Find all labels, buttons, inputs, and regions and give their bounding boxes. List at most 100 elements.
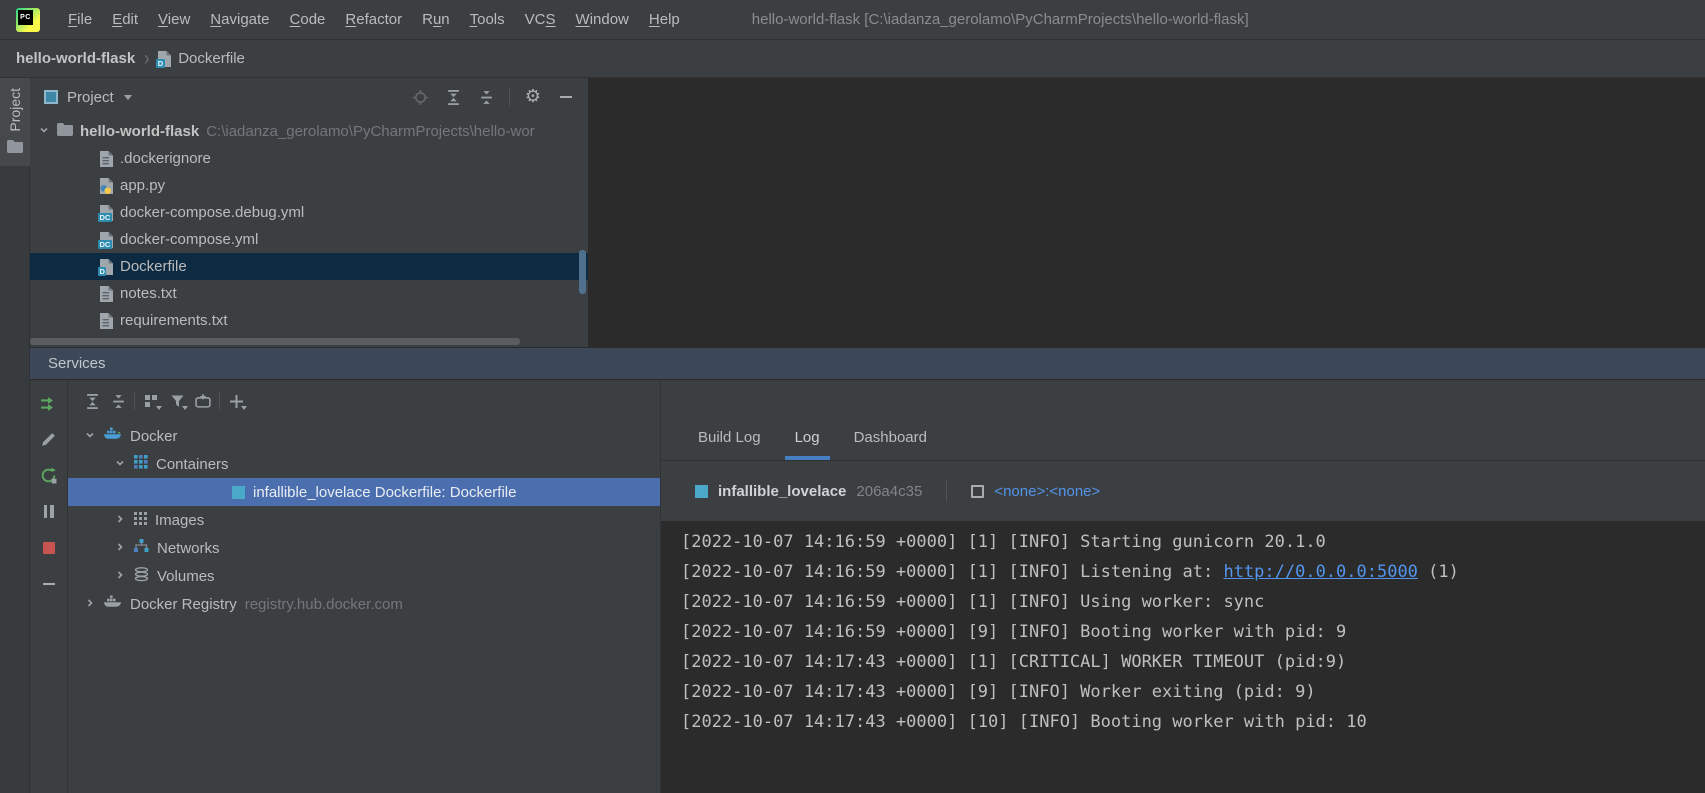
redeploy-button[interactable] xyxy=(37,464,61,487)
menu-window[interactable]: Window xyxy=(566,7,639,32)
collapse-all-button[interactable] xyxy=(108,391,128,411)
tree-row-volumes[interactable]: Volumes xyxy=(68,562,660,590)
chevron-down-icon[interactable] xyxy=(38,123,50,140)
text-file-icon xyxy=(100,151,113,167)
log-line: [2022-10-07 14:17:43 +0000] [1] [CRITICA… xyxy=(681,647,1705,677)
services-header[interactable]: Services xyxy=(30,347,1705,380)
container-name: infallible_lovelace xyxy=(718,483,846,500)
dockerfile-icon: D xyxy=(100,259,113,275)
text-file-icon xyxy=(100,286,113,302)
stop-button[interactable] xyxy=(37,536,61,559)
add-tab-button[interactable] xyxy=(193,391,213,411)
chevron-right-icon[interactable] xyxy=(84,596,96,613)
docker-compose-file-icon: DC xyxy=(100,232,113,248)
tab-build-log[interactable]: Build Log xyxy=(685,429,774,460)
tree-row-container-selected[interactable]: infallible_lovelace Dockerfile: Dockerfi… xyxy=(68,478,660,506)
log-console[interactable]: [2022-10-07 14:16:59 +0000] [1] [INFO] S… xyxy=(661,521,1705,793)
project-root-path: C:\iadanza_gerolamo\PyCharmProjects\hell… xyxy=(206,123,534,140)
chevron-right-icon[interactable] xyxy=(114,568,126,585)
containers-icon xyxy=(134,455,148,473)
pycharm-logo-icon[interactable]: PC xyxy=(16,8,40,32)
tree-row-networks[interactable]: Networks xyxy=(68,534,660,562)
filter-button[interactable] xyxy=(167,391,187,411)
hide-services-button[interactable] xyxy=(37,572,61,595)
chevron-right-icon[interactable] xyxy=(114,540,126,557)
pause-button[interactable] xyxy=(37,500,61,523)
tab-log[interactable]: Log xyxy=(782,429,833,460)
tree-row-docker-registry[interactable]: Docker Registry registry.hub.docker.com xyxy=(68,590,660,618)
log-line: [2022-10-07 14:16:59 +0000] [9] [INFO] B… xyxy=(681,617,1705,647)
project-tool-window-tab[interactable]: Project xyxy=(0,78,30,166)
tree-label: Volumes xyxy=(157,568,215,585)
url-link[interactable]: http://0.0.0.0:5000 xyxy=(1223,562,1417,582)
tree-row-file[interactable]: app.py xyxy=(30,172,588,199)
folder-icon xyxy=(57,123,73,140)
image-icon xyxy=(971,485,984,498)
chevron-down-icon[interactable] xyxy=(124,95,132,100)
services-tree: Docker Containers infallible_lovelace Do… xyxy=(68,422,660,618)
chevron-right-icon[interactable] xyxy=(114,512,126,529)
hide-panel-button[interactable] xyxy=(556,87,576,107)
menu-view[interactable]: View xyxy=(148,7,200,32)
project-panel-title[interactable]: Project xyxy=(67,89,114,106)
log-line: [2022-10-07 14:17:43 +0000] [10] [INFO] … xyxy=(681,707,1705,737)
pycharm-window: PC File Edit View Navigate Code Refactor… xyxy=(0,0,1705,793)
menu-refactor[interactable]: Refactor xyxy=(335,7,412,32)
folder-icon xyxy=(7,140,23,158)
group-by-button[interactable] xyxy=(141,391,161,411)
menu-edit[interactable]: Edit xyxy=(102,7,148,32)
editor-area[interactable] xyxy=(588,78,1705,347)
menu-help[interactable]: Help xyxy=(639,7,690,32)
log-line: [2022-10-07 14:16:59 +0000] [1] [INFO] S… xyxy=(681,527,1705,557)
menu-tools[interactable]: Tools xyxy=(460,7,515,32)
menu-vcs[interactable]: VCS xyxy=(515,7,566,32)
dockerfile-icon: D xyxy=(158,51,171,67)
log-tabs: Build Log Log Dashboard xyxy=(661,380,1705,461)
breadcrumb-file[interactable]: Dockerfile xyxy=(178,50,245,67)
file-name: app.py xyxy=(120,177,165,194)
collapse-all-button[interactable] xyxy=(476,87,496,107)
tree-row-file[interactable]: DC docker-compose.debug.yml xyxy=(30,199,588,226)
menu-navigate[interactable]: Navigate xyxy=(200,7,279,32)
breadcrumb-project[interactable]: hello-world-flask xyxy=(16,50,135,67)
tree-row-file[interactable]: DC docker-compose.yml xyxy=(30,226,588,253)
tab-dashboard[interactable]: Dashboard xyxy=(841,429,940,460)
docker-compose-file-icon: DC xyxy=(100,205,113,221)
vertical-scrollbar[interactable] xyxy=(579,250,586,294)
expand-all-button[interactable] xyxy=(82,391,102,411)
breadcrumb: hello-world-flask › D Dockerfile xyxy=(0,40,1705,78)
file-name: docker-compose.debug.yml xyxy=(120,204,304,221)
tree-row-containers[interactable]: Containers xyxy=(68,450,660,478)
file-name: requirements.txt xyxy=(120,312,228,329)
menu-run[interactable]: Run xyxy=(412,7,460,32)
locate-file-button[interactable] xyxy=(410,87,430,107)
tree-row-file[interactable]: notes.txt xyxy=(30,280,588,307)
tree-row-file[interactable]: .dockerignore xyxy=(30,145,588,172)
edit-configuration-button[interactable] xyxy=(37,428,61,451)
add-service-button[interactable] xyxy=(226,391,246,411)
chevron-down-icon[interactable] xyxy=(114,456,126,473)
volumes-icon xyxy=(134,567,149,586)
container-status-icon xyxy=(695,485,708,498)
text-file-icon xyxy=(100,313,113,329)
registry-url: registry.hub.docker.com xyxy=(245,596,403,613)
image-tag-link[interactable]: <none>:<none> xyxy=(994,483,1100,500)
menu-file[interactable]: File xyxy=(58,7,102,32)
project-view-icon xyxy=(44,90,58,104)
horizontal-scrollbar[interactable] xyxy=(30,338,520,345)
docker-whale-icon xyxy=(104,427,122,445)
expand-all-button[interactable] xyxy=(443,87,463,107)
deploy-run-button[interactable] xyxy=(37,392,61,415)
tree-label: Docker xyxy=(130,428,178,445)
menu-code[interactable]: Code xyxy=(280,7,336,32)
tree-label: Containers xyxy=(156,456,229,473)
log-line: [2022-10-07 14:16:59 +0000] [1] [INFO] U… xyxy=(681,587,1705,617)
tree-row-project-root[interactable]: hello-world-flask C:\iadanza_gerolamo\Py… xyxy=(30,118,588,145)
settings-gear-button[interactable]: ⚙ xyxy=(523,87,543,107)
log-line: [2022-10-07 14:16:59 +0000] [1] [INFO] L… xyxy=(681,557,1705,587)
tree-row-docker[interactable]: Docker xyxy=(68,422,660,450)
tree-row-images[interactable]: Images xyxy=(68,506,660,534)
tree-row-file[interactable]: requirements.txt xyxy=(30,307,588,334)
tree-row-file-selected[interactable]: D Dockerfile xyxy=(30,253,588,280)
chevron-down-icon[interactable] xyxy=(84,428,96,445)
